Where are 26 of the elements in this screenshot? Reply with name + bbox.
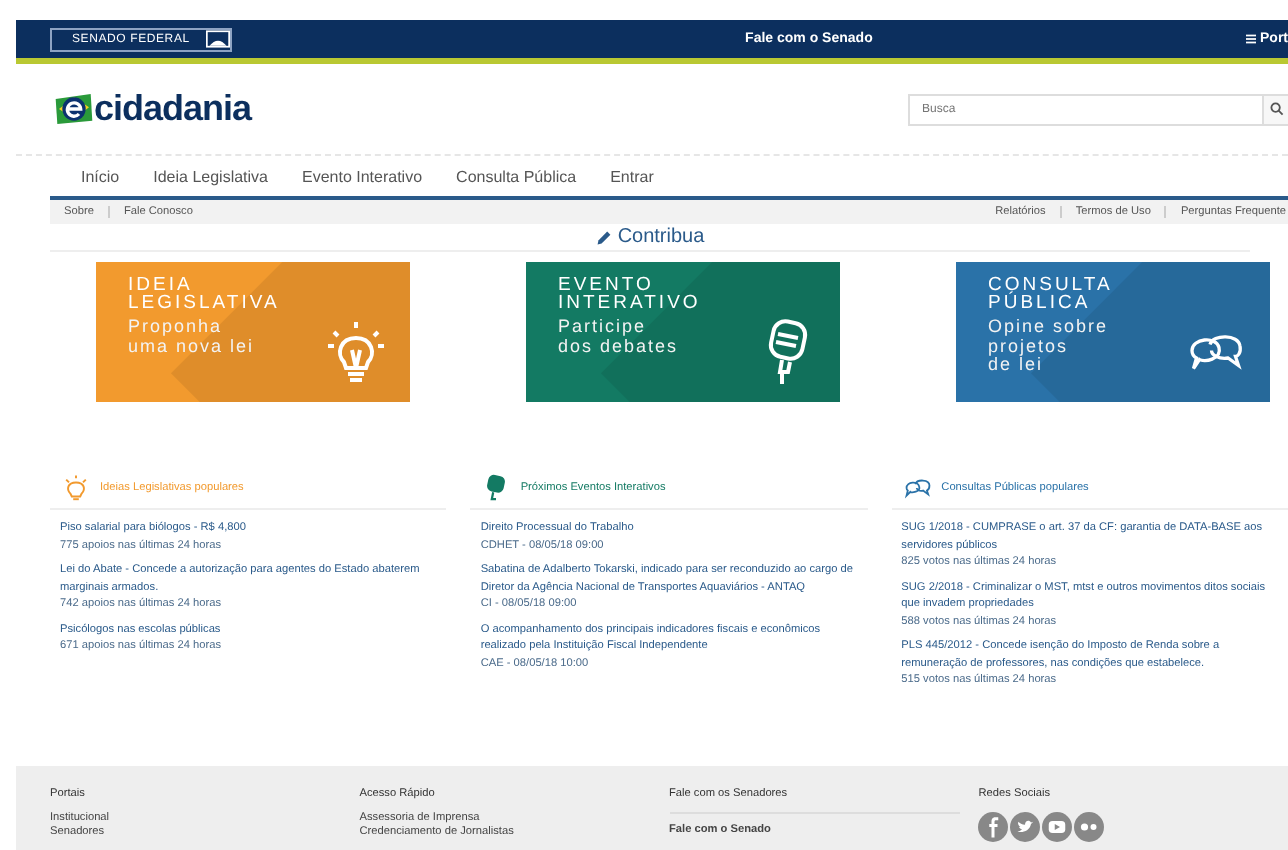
search-button[interactable] [1264, 93, 1288, 125]
feature-card[interactable]: EVENTO INTERATIVO Participe dos debates [526, 262, 840, 402]
menu-icon [1246, 34, 1256, 44]
site-logo[interactable]: cidadania [54, 88, 252, 130]
video-play-icon[interactable] [1042, 812, 1073, 842]
bird-icon[interactable] [1010, 812, 1041, 842]
card-title: IDEIA LEGISLATIVA [128, 276, 282, 312]
search-icon [1270, 102, 1284, 116]
feature-card[interactable]: CONSULTA PÚBLICA Opine sobre projetos de lei [956, 262, 1270, 402]
card-subtitle: Proponha uma nova lei [128, 318, 257, 356]
card-subtitle: Opine sobre projetos de lei [988, 318, 1111, 375]
lightbulb-icon [326, 318, 386, 386]
chat-bubbles-icon [903, 474, 932, 502]
nav-link[interactable]: Início [64, 168, 137, 186]
facebook-icon[interactable] [978, 812, 1009, 842]
card-title: CONSULTA PÚBLICA [988, 276, 1115, 312]
nav-link[interactable]: Entrar [593, 168, 671, 186]
two-dots-icon[interactable] [1074, 812, 1105, 842]
pencil-icon [595, 229, 612, 245]
nav-link[interactable]: Ideia Legislativa [136, 168, 285, 186]
card-title: EVENTO INTERATIVO [558, 276, 703, 312]
lightbulb-icon [62, 474, 90, 502]
section-heading: Contribua [617, 226, 705, 248]
nav-link[interactable]: Consulta Pública [439, 168, 594, 186]
nav-link[interactable]: Evento Interativo [285, 168, 440, 186]
card-subtitle: Participe dos debates [558, 318, 681, 356]
